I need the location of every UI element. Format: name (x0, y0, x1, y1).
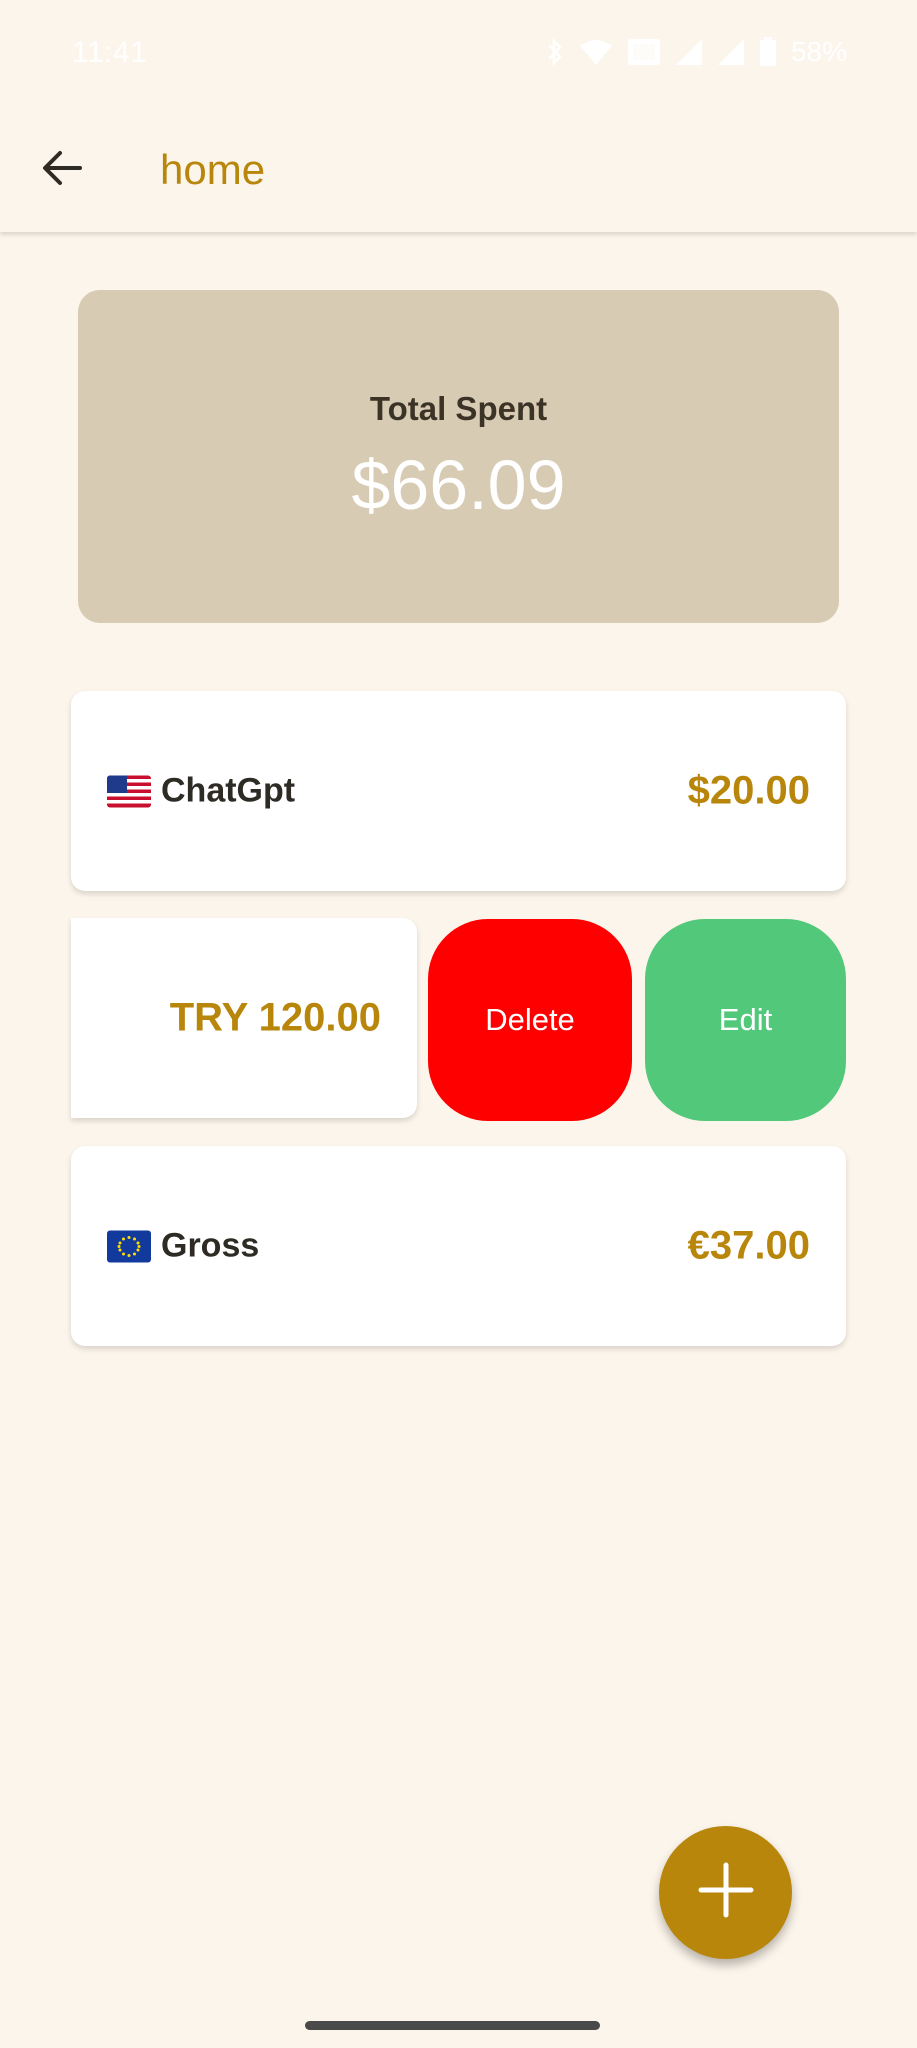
expense-amount: €37.00 (687, 1223, 810, 1268)
us-flag-icon (107, 775, 151, 807)
eu-flag-icon (107, 1230, 151, 1262)
plus-icon (698, 1862, 754, 1923)
expense-name: ChatGpt (161, 771, 296, 810)
back-button[interactable] (30, 138, 94, 202)
total-spent-card: Total Spent $66.09 (78, 290, 839, 623)
wifi-icon (579, 38, 613, 66)
expense-item[interactable]: ChatGpt $20.00 (71, 691, 846, 891)
expense-name: Gross (161, 1226, 260, 1265)
battery-level: 58% (790, 36, 847, 67)
battery-icon (759, 37, 777, 67)
app-bar: home (0, 108, 917, 232)
expense-amount: $20.00 (687, 768, 810, 813)
arrow-left-icon (42, 150, 82, 191)
expense-item-swiped[interactable]: TRY 120.00 (71, 918, 417, 1118)
total-spent-value: $66.09 (351, 446, 566, 524)
add-expense-button[interactable] (659, 1826, 792, 1959)
delete-button[interactable]: Delete (428, 919, 632, 1121)
status-icons: 58% (545, 36, 847, 68)
status-bar: 11:41 58% (0, 0, 917, 108)
status-time: 11:41 (72, 36, 148, 69)
signal-icon (675, 38, 703, 66)
nfc-icon (627, 38, 661, 66)
expense-name-group: Gross (107, 1227, 259, 1266)
page-title: home (160, 146, 266, 193)
bluetooth-icon (545, 37, 565, 67)
expense-name-group: ChatGpt (107, 772, 295, 811)
total-spent-label: Total Spent (369, 390, 548, 427)
expense-item[interactable]: Gross €37.00 (71, 1146, 846, 1346)
signal-icon (717, 38, 745, 66)
home-indicator[interactable] (305, 2021, 600, 2030)
expense-amount: TRY 120.00 (169, 995, 381, 1040)
edit-button[interactable]: Edit (645, 919, 846, 1121)
